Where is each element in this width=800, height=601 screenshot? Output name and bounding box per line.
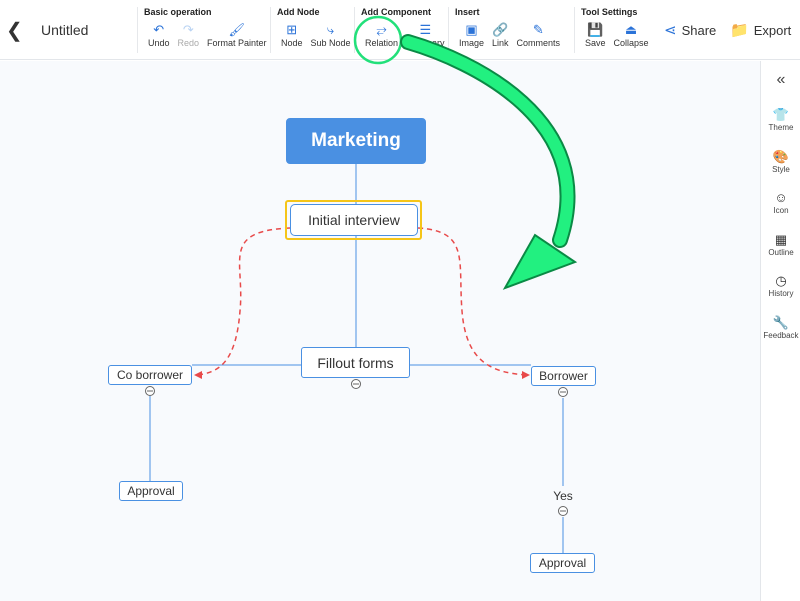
- sidebar-item-history[interactable]: ◷ History: [761, 273, 800, 298]
- link-icon: 🔗: [492, 22, 509, 37]
- export-folder-icon: 📁: [730, 22, 749, 39]
- right-sidebar: « 👕 Theme 🎨 Style ☺ Icon ▦ Outline ◷ History 🔧 Feed…: [760, 61, 800, 601]
- sub-node-button[interactable]: ⤷ Sub Node: [307, 21, 355, 48]
- format-painter-icon: 🖌: [228, 22, 246, 37]
- export-button[interactable]: 📁 Export: [730, 21, 791, 39]
- icon-icon: ☺: [774, 190, 788, 206]
- theme-icon: 👕: [772, 107, 790, 122]
- collapse-icon: ⏏: [624, 22, 638, 37]
- link-button[interactable]: 🔗 Link: [488, 21, 513, 48]
- image-button[interactable]: ▣ Image: [455, 21, 488, 48]
- sidebar-item-outline[interactable]: ▦ Outline: [761, 232, 800, 257]
- node-button[interactable]: ⊞ Node: [277, 21, 307, 48]
- share-button[interactable]: ⋖ Share: [664, 21, 716, 39]
- save-icon: 💾: [587, 22, 604, 37]
- sidebar-item-icon[interactable]: ☺ Icon: [761, 190, 800, 215]
- node-co-borrower[interactable]: Co borrower: [108, 365, 192, 385]
- toolbar-group: Add Node ⊞ Node ⤷ Sub Node: [270, 7, 355, 53]
- relation-arrow-left: [194, 371, 202, 379]
- outline-icon: ▦: [774, 231, 788, 247]
- comments-icon: ✎: [532, 22, 544, 37]
- format-painter-button[interactable]: 🖌 Format Painter: [203, 21, 271, 48]
- node-approval-left[interactable]: Approval: [119, 481, 183, 501]
- relation-button[interactable]: ⥂ Relation: [361, 21, 402, 48]
- history-icon: ◷: [775, 273, 787, 289]
- document-title[interactable]: Untitled: [41, 22, 88, 38]
- relation-arrow-right: [522, 371, 530, 379]
- comments-button[interactable]: ✎ Comments: [513, 21, 565, 48]
- save-button[interactable]: 💾 Save: [581, 21, 610, 48]
- feedback-icon: 🔧: [772, 315, 790, 330]
- relation-line-right: [417, 227, 529, 376]
- relation-icon: ⥂: [376, 22, 387, 37]
- collapse-button[interactable]: ⏏ Collapse: [610, 21, 653, 48]
- sub-node-icon: ⤷: [326, 22, 335, 37]
- node-initial-interview[interactable]: Initial interview: [290, 204, 418, 236]
- summary-button[interactable]: ☰ Summary: [402, 21, 449, 48]
- collapse-panel-icon[interactable]: «: [761, 71, 800, 89]
- sidebar-item-style[interactable]: 🎨 Style: [761, 149, 800, 174]
- toolbar-group: Basic operation ↶ Undo ↷ Redo 🖌 Format Painter: [137, 7, 271, 53]
- node-borrower[interactable]: Borrower: [531, 366, 596, 386]
- relation-line-left: [195, 227, 291, 376]
- node-yes[interactable]: Yes: [549, 489, 577, 503]
- toolbar-group: Add Component ⥂ Relation ☰ Summary: [354, 7, 449, 53]
- root-node[interactable]: Marketing: [286, 118, 426, 164]
- node-icon: ⊞: [286, 22, 298, 37]
- node-fillout-forms[interactable]: Fillout forms: [301, 347, 410, 378]
- share-icon: ⋖: [664, 22, 677, 39]
- back-chevron-left-icon[interactable]: ❮: [6, 18, 23, 43]
- toolbar-group: Tool Settings 💾 Save ⏏ Collapse: [574, 7, 653, 53]
- summary-icon: ☰: [419, 22, 432, 37]
- mindmap-canvas[interactable]: Marketing Initial interview Fillout form…: [0, 61, 760, 601]
- sidebar-item-theme[interactable]: 👕 Theme: [761, 107, 800, 132]
- redo-icon: ↷: [182, 22, 194, 37]
- sidebar-item-feedback[interactable]: 🔧 Feedback: [761, 315, 800, 340]
- undo-icon: ↶: [153, 22, 165, 37]
- toolbar-group: Insert ▣ Image 🔗 Link ✎ Comments: [448, 7, 564, 53]
- style-icon: 🎨: [772, 148, 790, 164]
- redo-button[interactable]: ↷ Redo: [174, 21, 204, 48]
- image-icon: ▣: [465, 22, 478, 37]
- toolbar: ❮ Untitled Basic operation ↶ Undo ↷ Redo 🖌 For…: [0, 0, 800, 60]
- node-approval-right[interactable]: Approval: [530, 553, 595, 573]
- undo-button[interactable]: ↶ Undo: [144, 21, 174, 48]
